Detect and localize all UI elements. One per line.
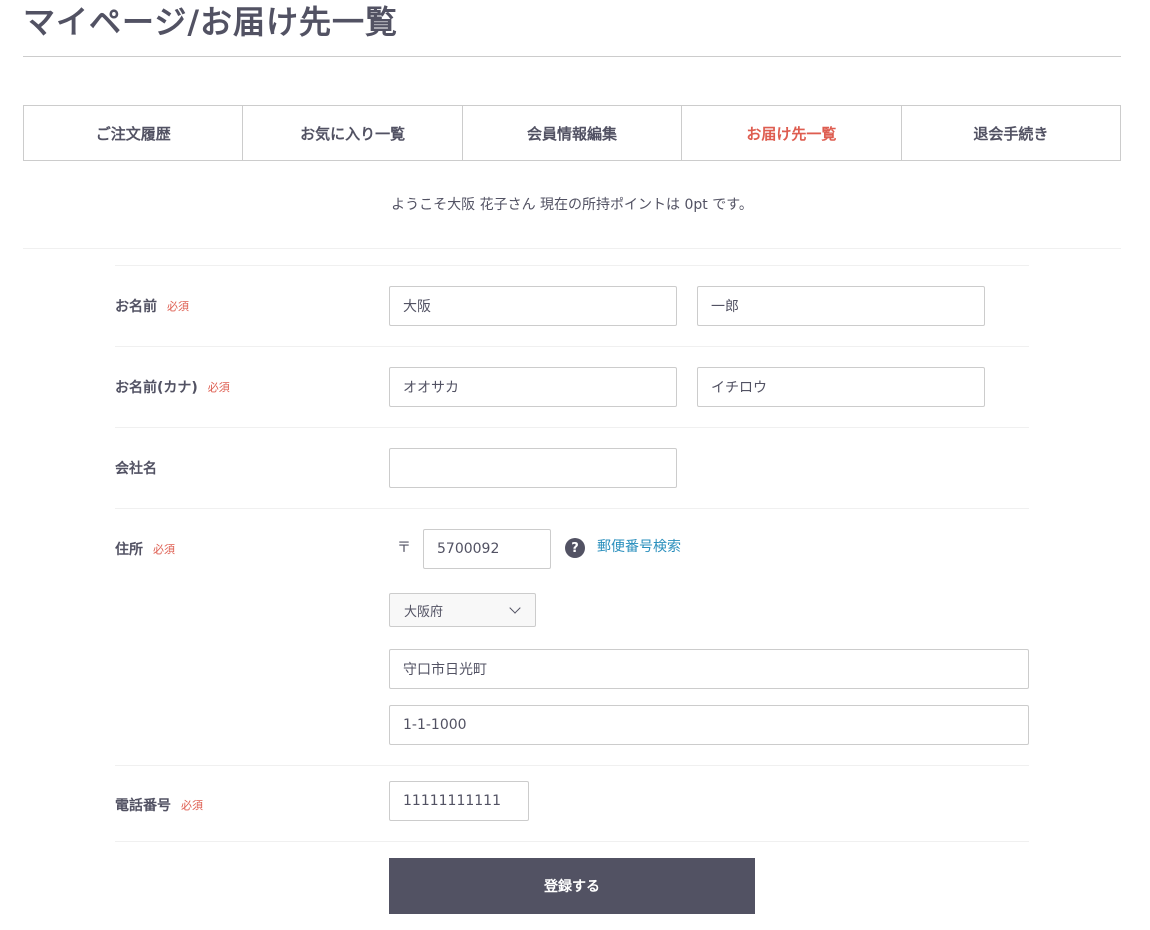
company-label: 会社名 [115, 457, 157, 479]
phone-label-text: 電話番号 [115, 798, 171, 814]
chevron-down-icon [509, 602, 521, 614]
first-name-input[interactable]: 一郎 [697, 286, 985, 326]
name-label: お名前 必須 [115, 295, 189, 317]
register-button[interactable]: 登録する [389, 858, 755, 914]
prefecture-value: 大阪府 [404, 604, 444, 620]
company-input[interactable] [389, 448, 677, 488]
last-name-kana-input[interactable]: オオサカ [389, 367, 677, 407]
tab-member-edit[interactable]: 会員情報編集 [463, 106, 683, 160]
prefecture-select[interactable]: 大阪府 [389, 593, 536, 627]
tab-favorites[interactable]: お気に入り一覧 [243, 106, 463, 160]
row-divider [115, 346, 1029, 347]
postal-mark: 〒 [397, 540, 411, 556]
first-name-kana-input[interactable]: イチロウ [697, 367, 985, 407]
required-badge: 必須 [167, 300, 189, 313]
required-badge: 必須 [207, 381, 230, 394]
welcome-message: ようこそ大阪 花子さん 現在の所持ポイントは 0pt です。 [391, 197, 753, 213]
phone-input[interactable]: 11111111111 [389, 781, 529, 821]
address-label: 住所 必須 [115, 538, 175, 560]
kana-label-text: お名前(カナ) [115, 380, 198, 396]
row-divider [115, 427, 1029, 428]
phone-label: 電話番号 必須 [115, 794, 203, 816]
mypage-tabs: ご注文履歴 お気に入り一覧 会員情報編集 お届け先一覧 退会手続き [23, 105, 1121, 161]
row-divider [115, 508, 1029, 509]
postal-code-input[interactable]: 5700092 [423, 529, 551, 569]
tab-delivery-list[interactable]: お届け先一覧 [682, 106, 902, 160]
postal-search-link[interactable]: 郵便番号検索 [597, 536, 681, 556]
city-input[interactable]: 守口市日光町 [389, 649, 1029, 689]
row-divider [115, 265, 1029, 266]
row-divider [115, 765, 1029, 766]
tab-withdraw[interactable]: 退会手続き [902, 106, 1120, 160]
last-name-input[interactable]: 大阪 [389, 286, 677, 326]
page-title: マイページ/お届け先一覧 [23, 3, 399, 41]
street-input[interactable]: 1-1-1000 [389, 705, 1029, 745]
row-divider [115, 841, 1029, 842]
required-badge: 必須 [153, 543, 175, 556]
tab-order-history[interactable]: ご注文履歴 [24, 106, 244, 160]
address-label-text: 住所 [115, 542, 143, 558]
name-label-text: お名前 [115, 299, 157, 315]
company-label-text: 会社名 [115, 461, 157, 477]
title-divider [23, 56, 1121, 57]
welcome-divider [23, 248, 1121, 249]
question-circle-icon[interactable]: ? [565, 538, 585, 558]
required-badge: 必須 [181, 799, 203, 812]
kana-label: お名前(カナ) 必須 [115, 376, 230, 398]
